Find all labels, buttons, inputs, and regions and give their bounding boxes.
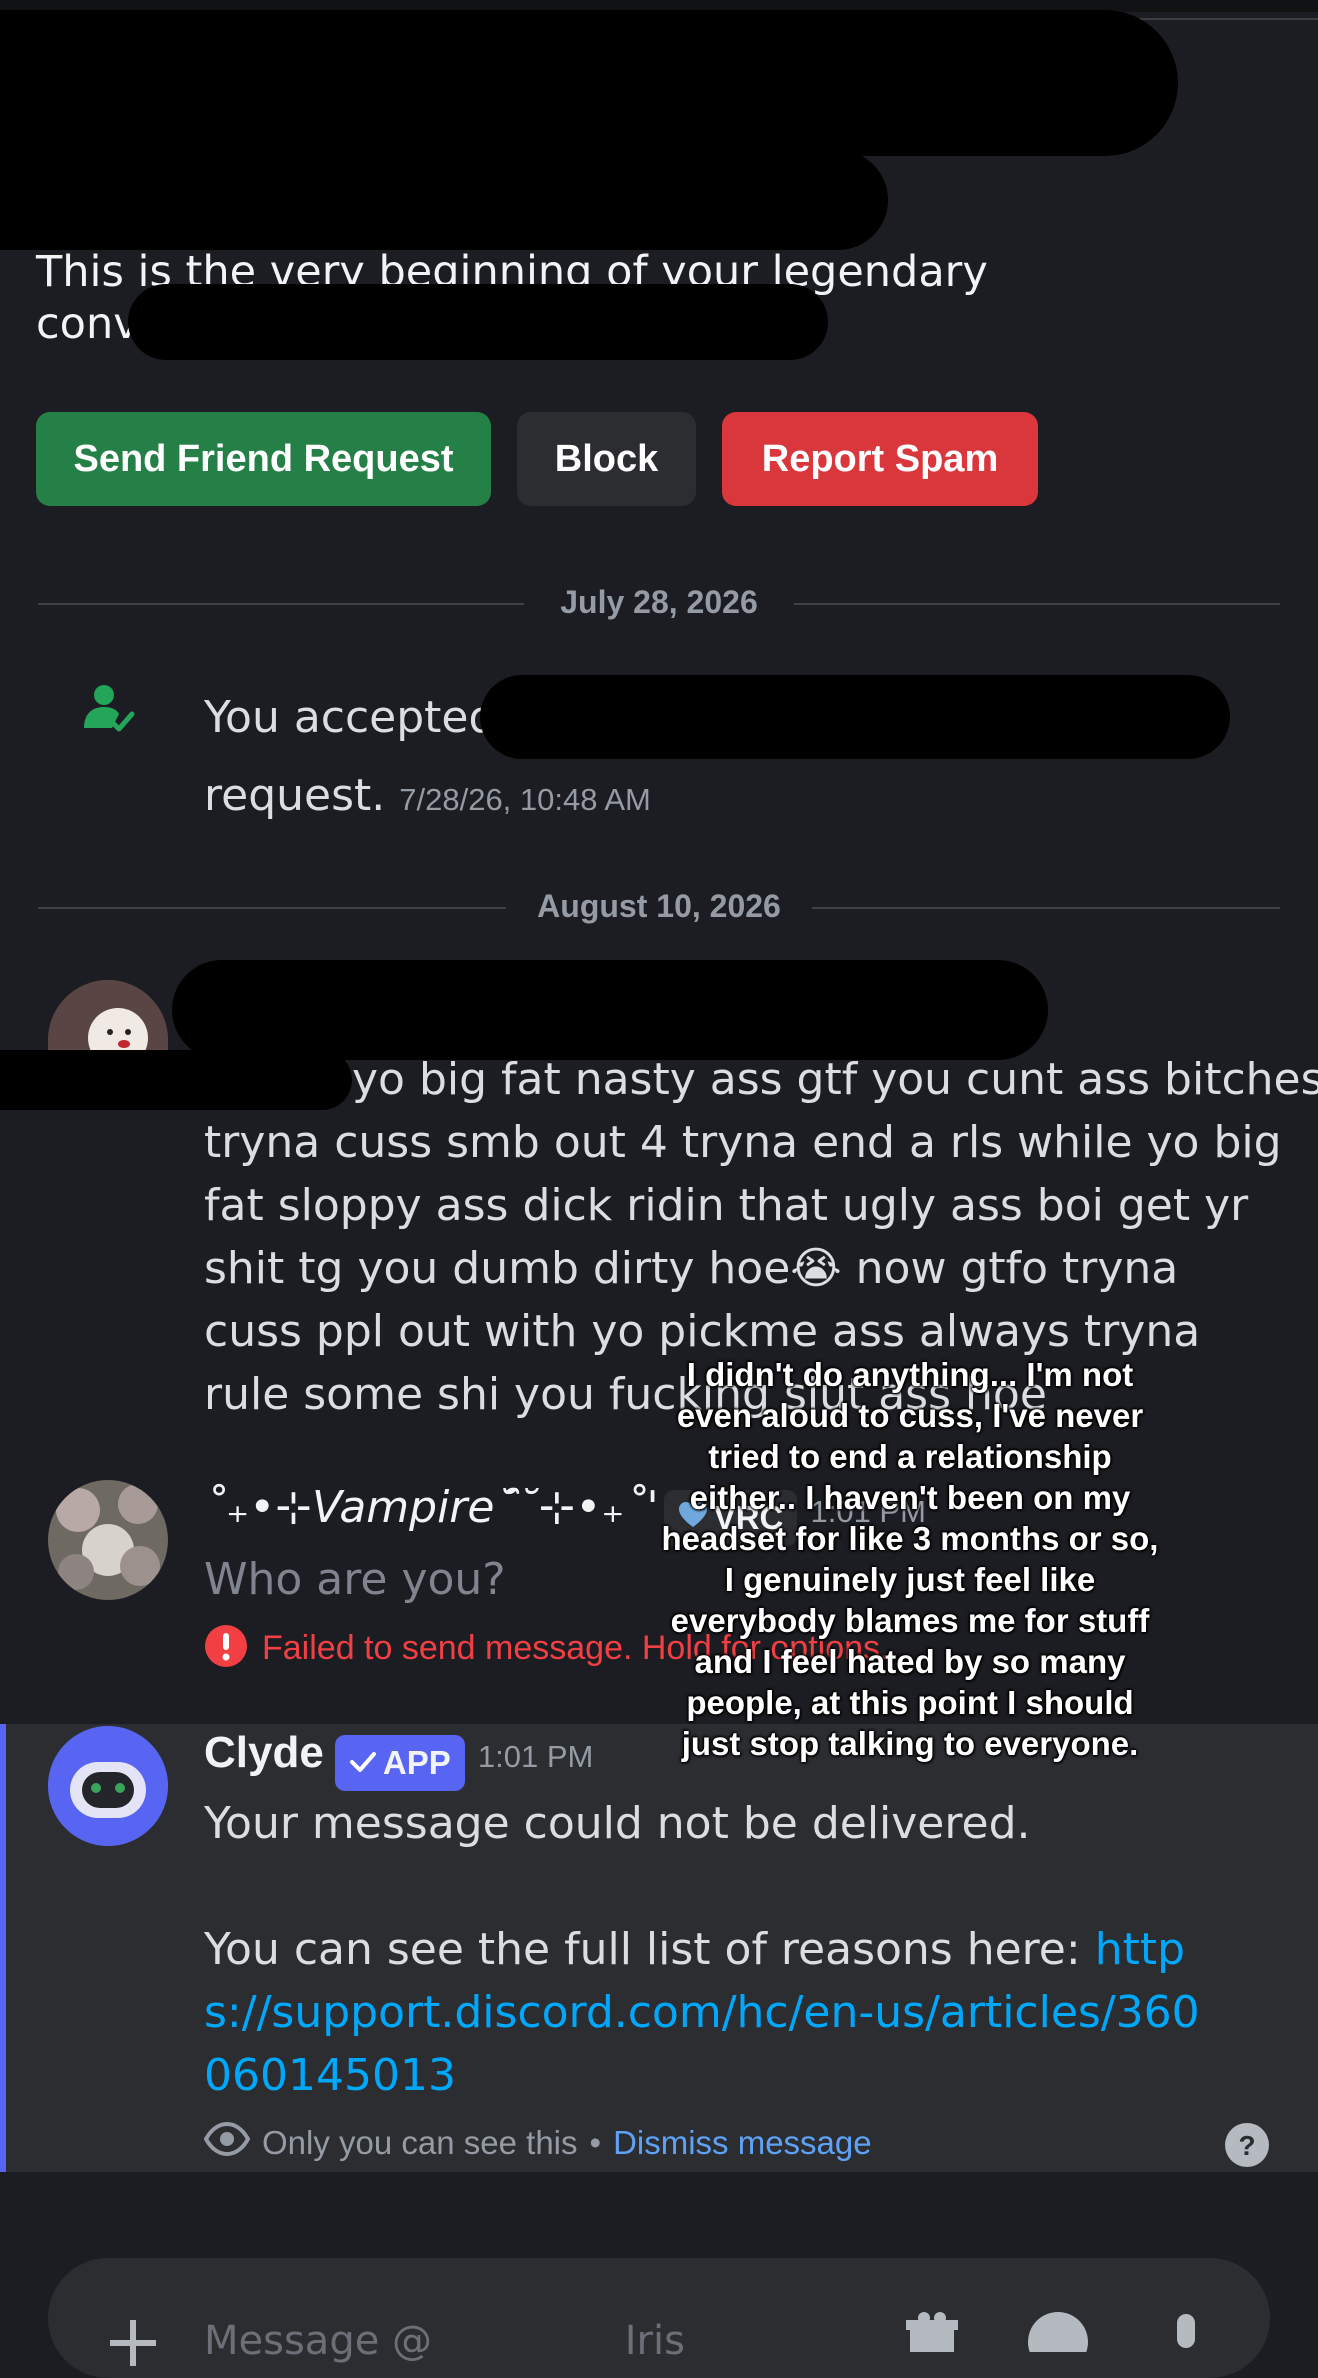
svg-text:?: ? — [1238, 2130, 1255, 2161]
received-message-line1: yo big fat nasty ass gtf you cunt ass bi… — [352, 1054, 1318, 1105]
clyde-line1: Your message could not be delivered. — [204, 1798, 1031, 1849]
date-divider-line — [38, 907, 506, 909]
redacted-block — [0, 10, 1178, 156]
redacted-username — [480, 675, 1230, 759]
clyde-line2: You can see the full list of reasons her… — [204, 1918, 1204, 2107]
block-button[interactable]: Block — [517, 412, 696, 506]
separator: • — [589, 2124, 602, 2161]
redacted-block — [0, 1050, 352, 1110]
date-divider-label: July 28, 2026 — [560, 584, 758, 620]
button-label: Send Friend Request — [73, 437, 454, 480]
own-avatar[interactable] — [48, 1480, 168, 1600]
date-divider-line — [812, 907, 1280, 909]
clyde-avatar[interactable] — [48, 1726, 168, 1846]
checkmark-icon — [349, 1744, 377, 1782]
own-message-text: Who are you? — [204, 1554, 506, 1605]
crying-emoji: 😭 — [790, 1243, 842, 1294]
app-badge-label: APP — [382, 1743, 451, 1781]
dismiss-message-link[interactable]: Dismiss message — [613, 2124, 872, 2162]
button-label: Block — [554, 437, 659, 480]
date-divider-line — [38, 603, 524, 605]
date-divider-label: August 10, 2026 — [537, 888, 781, 924]
eye-icon — [203, 2121, 251, 2164]
clyde-username[interactable]: Clyde — [204, 1728, 324, 1777]
gift-icon[interactable] — [906, 2312, 958, 2356]
composer-placeholder: Message @ — [204, 2318, 433, 2364]
clyde-line2-text: You can see the full list of reasons her… — [204, 1924, 1095, 1975]
emoji-icon[interactable] — [1028, 2312, 1088, 2372]
button-label: Report Spam — [761, 437, 999, 480]
own-username[interactable]: ˚₊•⊹Vampire˘̑˘⊹•₊˚' — [204, 1482, 659, 1533]
composer-recipient: Iris — [624, 2318, 685, 2364]
date-divider-line — [794, 603, 1280, 605]
notice-text: Only you can see this — [262, 2124, 578, 2161]
system-message-prefix: You accepted — [204, 692, 497, 743]
message-timestamp: 1:01 PM — [477, 1739, 594, 1774]
friend-accepted-icon — [80, 682, 136, 738]
redacted-username — [128, 284, 828, 360]
plus-icon[interactable] — [106, 2316, 160, 2374]
sender-avatar[interactable] — [48, 980, 168, 1052]
ephemeral-notice: Only you can see this • Dismiss message — [203, 2121, 872, 2164]
overlay-caption: I didn't do anything... I'm not even alo… — [661, 1356, 1159, 1762]
error-icon — [204, 1624, 248, 1672]
message-input[interactable]: Message @ Iris — [204, 2318, 685, 2364]
help-icon[interactable]: ? — [1224, 2122, 1270, 2172]
system-message-suffix: request. — [204, 770, 386, 821]
redacted-username — [172, 960, 1048, 1060]
system-message-line2: request. 7/28/26, 10:48 AM — [204, 764, 651, 831]
redacted-block — [0, 150, 888, 250]
message-timestamp: 7/28/26, 10:48 AM — [399, 782, 651, 817]
ephemeral-message-bar — [0, 1724, 6, 2172]
report-spam-button[interactable]: Report Spam — [722, 412, 1038, 506]
send-friend-request-button[interactable]: Send Friend Request — [36, 412, 491, 506]
app-badge: APP — [334, 1734, 465, 1791]
clyde-header: Clyde APP 1:01 PM — [204, 1728, 593, 1791]
microphone-icon[interactable] — [1166, 2312, 1206, 2356]
